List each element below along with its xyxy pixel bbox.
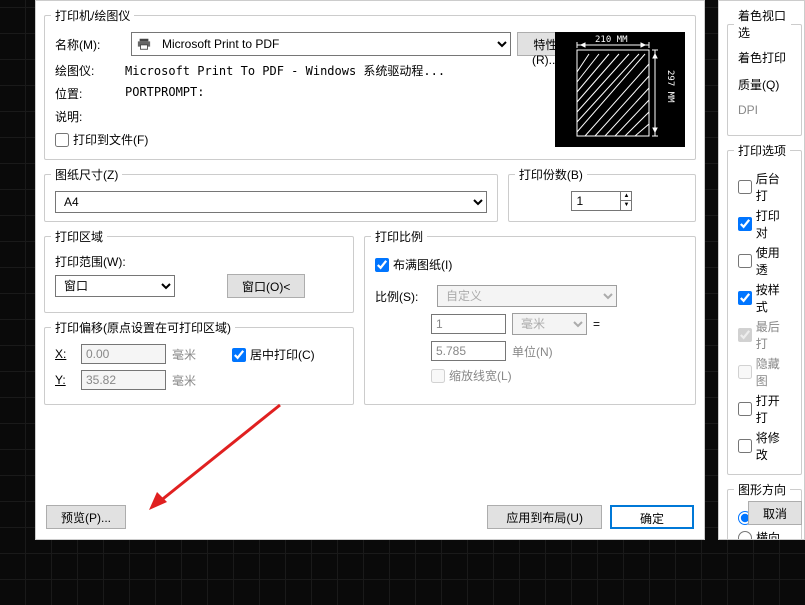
- desc-label: 说明:: [55, 108, 125, 125]
- scale-den-unit: 单位(N): [512, 343, 587, 360]
- scale-title: 打印比例: [371, 228, 427, 245]
- print-to-file-label: 打印到文件(F): [73, 131, 148, 148]
- scale-group: 打印比例 布满图纸(I) 比例(S): 自定义 毫米 = 单位(N): [364, 228, 696, 405]
- opt8-checkbox[interactable]: [738, 439, 752, 453]
- area-title: 打印区域: [51, 228, 107, 245]
- copies-title: 打印份数(B): [515, 166, 587, 183]
- window-button[interactable]: 窗口(O)<: [227, 274, 305, 298]
- opt5-checkbox: [738, 328, 752, 342]
- printer-group: 打印机/绘图仪: [44, 7, 696, 160]
- opt2-checkbox[interactable]: [738, 217, 752, 231]
- paper-size-title: 图纸尺寸(Z): [51, 166, 122, 183]
- printer-select[interactable]: Microsoft Print to PDF: [131, 32, 511, 56]
- opt1-checkbox[interactable]: [738, 180, 752, 194]
- apply-layout-button[interactable]: 应用到布局(U): [487, 505, 602, 529]
- options-group: 打印选项 后台打 打印对 使用透 按样式 最后打 隐藏图 打开打 将修改: [727, 142, 802, 475]
- svg-text:210 MM: 210 MM: [595, 35, 628, 45]
- fit-paper-checkbox[interactable]: [375, 258, 389, 272]
- print-to-file-checkbox[interactable]: [55, 133, 69, 147]
- scale-den-input: [431, 341, 506, 361]
- dialog-footer: 预览(P)... 应用到布局(U) 确定: [46, 505, 694, 529]
- cancel-button[interactable]: 取消: [748, 501, 802, 525]
- copies-input[interactable]: [572, 192, 620, 210]
- x-label: X:: [55, 347, 75, 361]
- center-checkbox[interactable]: [232, 348, 246, 362]
- shade-title: 着色视口选: [734, 7, 791, 41]
- offset-title: 打印偏移(原点设置在可打印区域): [51, 319, 235, 336]
- quality-label: 质量(Q): [738, 76, 791, 93]
- scale-num-input: [431, 314, 506, 334]
- ok-button[interactable]: 确定: [610, 505, 694, 529]
- copies-group: 打印份数(B) ▲▼: [508, 166, 696, 222]
- opt7-checkbox[interactable]: [738, 402, 752, 416]
- name-label: 名称(M):: [55, 36, 125, 53]
- options-title: 打印选项: [734, 142, 790, 159]
- plotter-value: Microsoft Print To PDF - Windows 系统驱动程..…: [125, 62, 445, 79]
- plotter-label: 绘图仪:: [55, 62, 125, 79]
- copies-spinner[interactable]: ▲▼: [571, 191, 632, 211]
- equals-sign: =: [593, 317, 600, 331]
- shade-group: 着色视口选 着色打印 质量(Q) DPI: [727, 7, 802, 136]
- ratio-select: 自定义: [437, 285, 617, 307]
- range-select[interactable]: 窗口: [55, 275, 175, 297]
- center-label: 居中打印(C): [250, 346, 315, 363]
- opt3-checkbox[interactable]: [738, 254, 752, 268]
- landscape-radio[interactable]: [738, 531, 752, 541]
- y-input: [81, 370, 166, 390]
- range-label: 打印范围(W):: [55, 253, 343, 270]
- plot-dialog-side: 着色视口选 着色打印 质量(Q) DPI 打印选项 后台打 打印对 使用透 按样…: [718, 0, 805, 540]
- svg-text:297 MM: 297 MM: [665, 70, 675, 103]
- dpi-label: DPI: [738, 103, 791, 117]
- preview-button[interactable]: 预览(P)...: [46, 505, 126, 529]
- offset-group: 打印偏移(原点设置在可打印区域) X: 毫米 Y: 毫米: [44, 319, 354, 405]
- printer-group-title: 打印机/绘图仪: [51, 7, 134, 24]
- location-value: PORTPROMPT:: [125, 85, 204, 102]
- paper-size-select[interactable]: A4: [55, 191, 487, 213]
- ratio-label: 比例(S):: [375, 288, 431, 305]
- paper-size-group: 图纸尺寸(Z) A4: [44, 166, 498, 222]
- area-group: 打印区域 打印范围(W): 窗口 窗口(O)<: [44, 228, 354, 313]
- fit-paper-label: 布满图纸(I): [393, 256, 452, 273]
- location-label: 位置:: [55, 85, 125, 102]
- x-unit: 毫米: [172, 346, 212, 363]
- y-label: Y:: [55, 373, 75, 387]
- x-input: [81, 344, 166, 364]
- scale-lw-label: 缩放线宽(L): [449, 367, 512, 384]
- plot-dialog-main: 打印机/绘图仪: [35, 0, 705, 540]
- shade-print-label: 着色打印: [738, 49, 791, 66]
- paper-preview: 210 MM 297 MM: [555, 32, 685, 147]
- orient-title: 图形方向: [734, 481, 790, 498]
- opt4-checkbox[interactable]: [738, 291, 752, 305]
- y-unit: 毫米: [172, 372, 212, 389]
- scale-unit-select: 毫米: [512, 313, 587, 335]
- scale-lw-checkbox: [431, 369, 445, 383]
- opt6-checkbox: [738, 365, 752, 379]
